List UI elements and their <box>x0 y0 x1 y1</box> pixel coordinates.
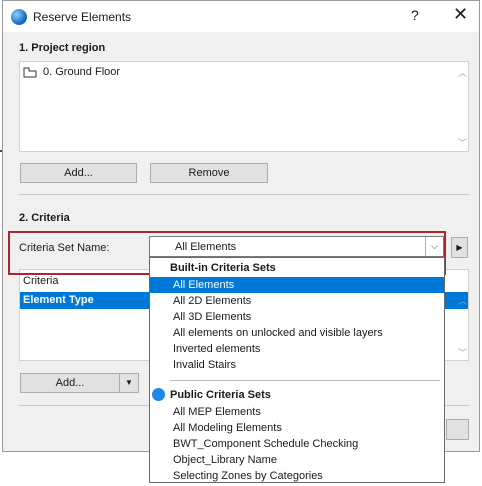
dropdown-item[interactable]: BWT_Component Schedule Checking <box>150 436 444 452</box>
dropdown-item[interactable]: All elements on unlocked and visible lay… <box>150 325 444 341</box>
dropdown-item[interactable]: All MEP Elements <box>150 404 444 420</box>
public-set-dot-icon <box>152 388 165 401</box>
region-remove-button[interactable]: Remove <box>150 163 268 183</box>
dropdown-item[interactable]: Invalid Stairs <box>150 357 444 373</box>
dropdown-item[interactable]: All 3D Elements <box>150 309 444 325</box>
archicad-app-icon <box>11 9 27 25</box>
help-button[interactable]: ? <box>411 7 419 23</box>
dropdown-item[interactable]: All Modeling Elements <box>150 420 444 436</box>
dropdown-item[interactable]: All 2D Elements <box>150 293 444 309</box>
criteria-scroll-down-icon[interactable]: ﹀ <box>458 346 467 359</box>
public-header: Public Criteria Sets <box>170 389 271 401</box>
criteria-set-arrow-button[interactable]: ▶ <box>451 237 468 258</box>
dropdown-item[interactable]: Inverted elements <box>150 341 444 357</box>
criteria-add-dropdown-button[interactable]: ▼ <box>119 373 139 393</box>
ok-button-partial[interactable] <box>446 419 469 440</box>
close-button[interactable]: ✕ <box>453 4 468 25</box>
criteria-row-label: Element Type <box>23 294 94 306</box>
criteria-scroll-up-icon[interactable]: ︿ <box>458 294 467 307</box>
dropdown-item[interactable]: Object_Library Name <box>150 452 444 468</box>
section-divider <box>19 194 469 195</box>
story-icon <box>23 67 37 78</box>
project-region-title: 1. Project region <box>19 42 106 54</box>
project-region-list[interactable]: 0. Ground Floor ︿ ﹀ <box>19 61 469 152</box>
window-title: Reserve Elements <box>33 10 132 24</box>
scroll-up-icon[interactable]: ︿ <box>458 66 467 79</box>
title-bar: Reserve Elements ? ✕ <box>3 1 479 32</box>
dropdown-item[interactable]: Selecting Zones by Categories <box>150 468 444 484</box>
criteria-add-button[interactable]: Add... <box>20 373 120 393</box>
dropdown-separator <box>170 380 440 381</box>
criteria-set-dropdown[interactable]: Built-in Criteria Sets All Elements All … <box>149 257 445 483</box>
builtin-header: Built-in Criteria Sets <box>170 262 276 274</box>
region-add-button[interactable]: Add... <box>20 163 137 183</box>
criteria-list-header: Criteria <box>23 275 59 287</box>
dropdown-item-all-elements[interactable]: All Elements <box>150 277 444 293</box>
criteria-title: 2. Criteria <box>19 212 70 224</box>
list-item-label: 0. Ground Floor <box>43 66 121 78</box>
scroll-down-icon[interactable]: ﹀ <box>458 136 467 149</box>
